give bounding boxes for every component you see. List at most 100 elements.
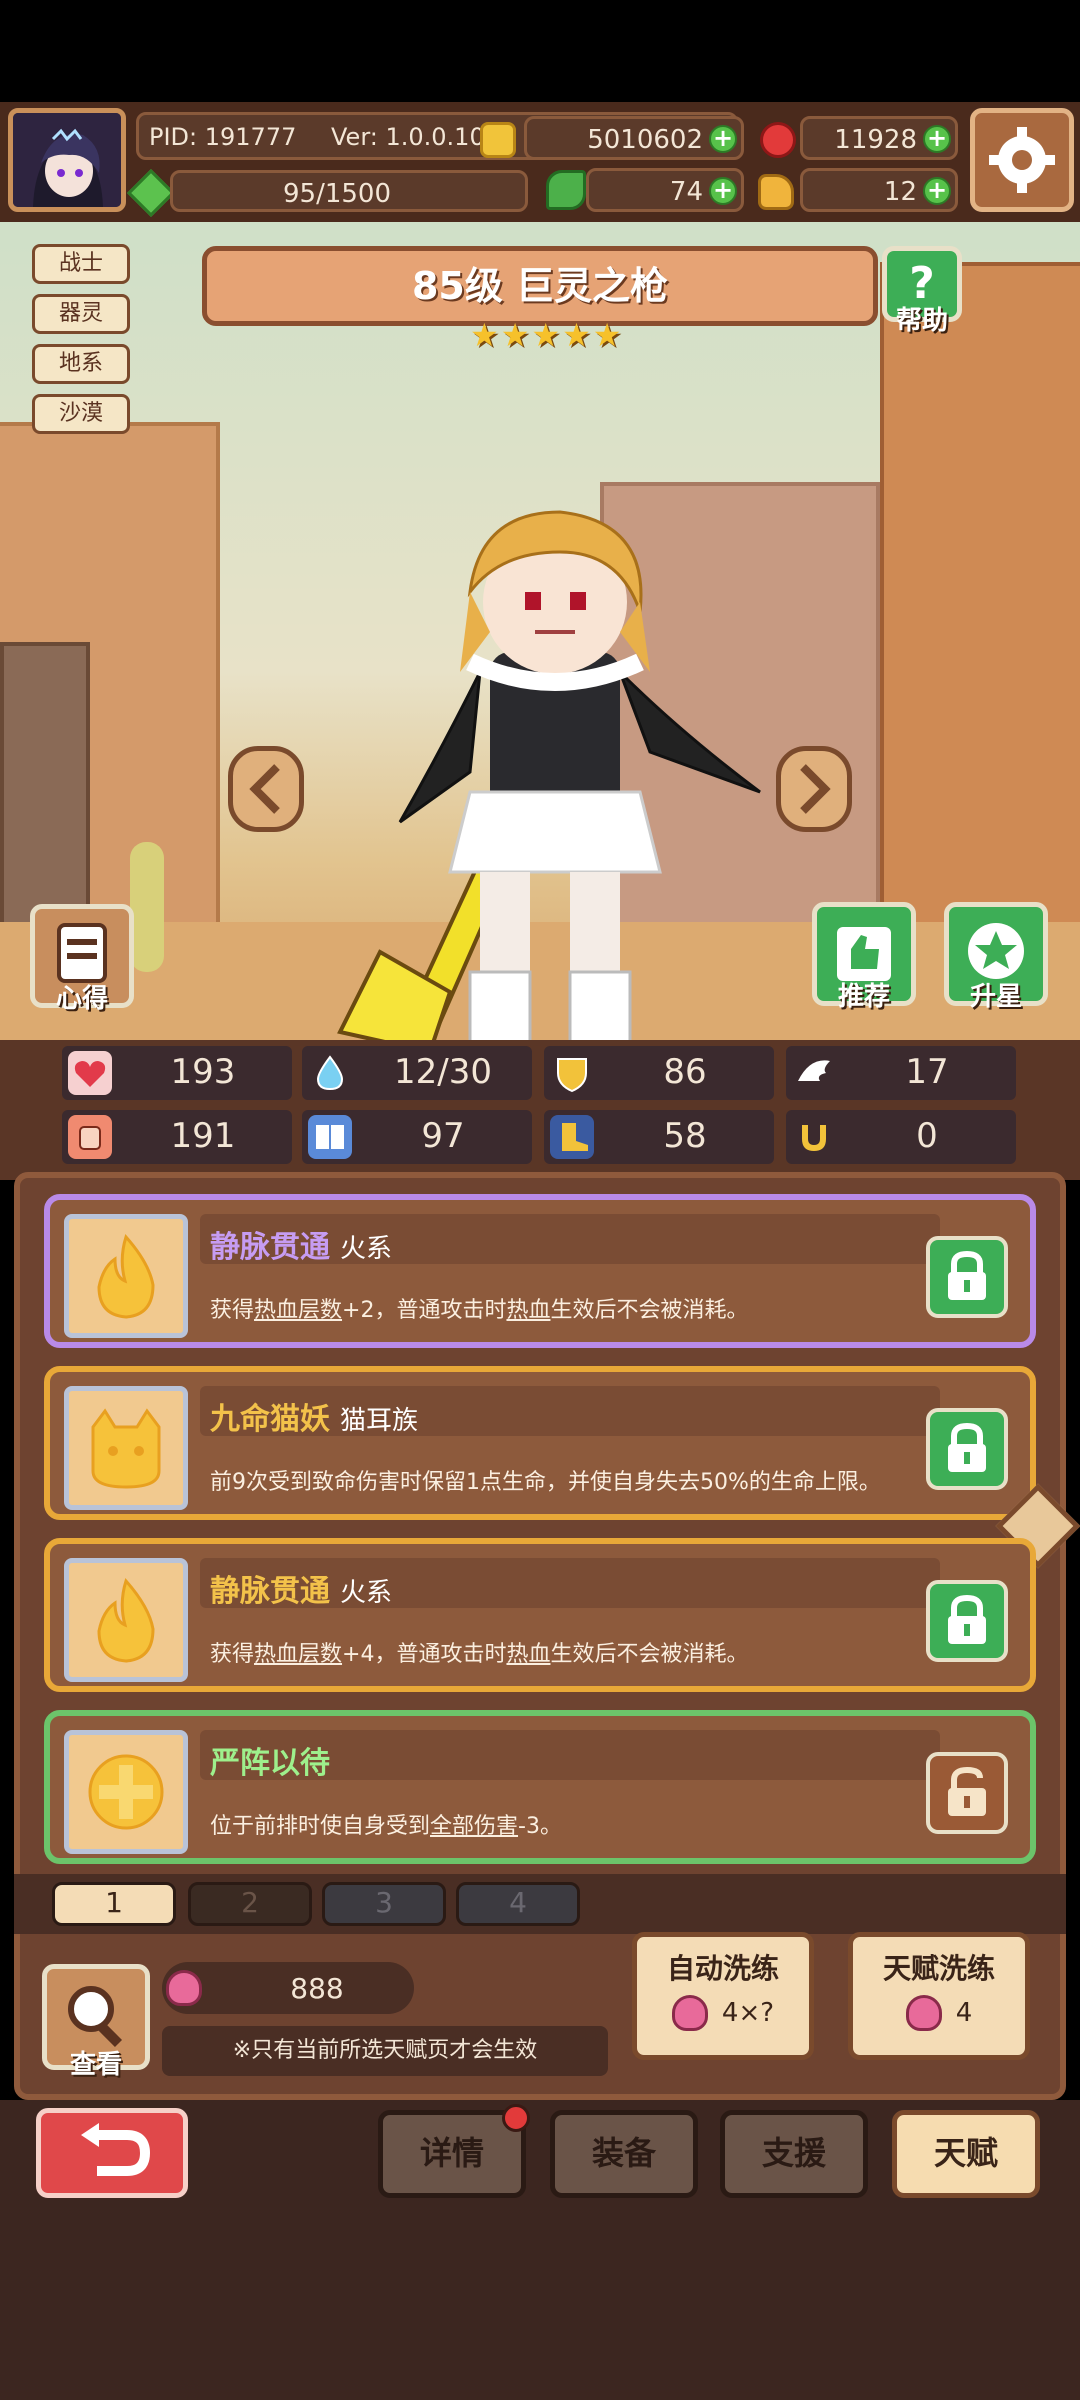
add-item-icon[interactable]: + <box>923 177 951 205</box>
keyword-link[interactable]: 全部伤害 <box>430 1814 518 1839</box>
desc-text: 位于前排时使自身受到 <box>210 1814 431 1839</box>
help-label: 帮助 <box>895 306 948 336</box>
talent-type: 火系 <box>340 1234 393 1264</box>
stat-attack: 191 <box>62 1110 292 1164</box>
gear-icon <box>989 127 1055 193</box>
notification-dot <box>502 2104 530 2132</box>
hero-title-banner: 85级 巨灵之枪 <box>202 246 878 326</box>
luck-value: 0 <box>916 1116 938 1156</box>
tag-race[interactable]: 器灵 <box>32 294 130 334</box>
cactus <box>130 842 164 972</box>
add-gem-icon[interactable]: + <box>923 125 951 153</box>
previous-hero-button[interactable] <box>228 746 304 832</box>
desc-text: 生效后不会被消耗。 <box>550 1642 749 1667</box>
book-icon <box>308 1115 352 1159</box>
desc-text: 前9次受到致命伤害时保留1点生命，并使自身失去50%的生命上限。 <box>210 1470 881 1495</box>
stamina-bar: 95/1500 <box>170 170 528 212</box>
defense-value: 86 <box>663 1052 707 1092</box>
talent-card[interactable]: 静脉贯通 火系 获得热血层数+2，普通攻击时热血生效后不会被消耗。 <box>44 1194 1036 1348</box>
stat-speed: 17 <box>786 1046 1016 1100</box>
nav-support[interactable]: 支援 <box>720 2110 868 2198</box>
magic-value: 97 <box>421 1116 465 1156</box>
unlock-button[interactable] <box>926 1752 1008 1834</box>
refine-stone-value: 888 <box>290 1972 344 2005</box>
stat-magic: 97 <box>302 1110 532 1164</box>
desc-text: +2，普通攻击时 <box>342 1298 507 1323</box>
auto-refine-label: 自动洗练 <box>666 1952 779 1985</box>
hero-star-rating: ★★★★★ <box>470 316 624 354</box>
stat-crit: 58 <box>544 1110 774 1164</box>
talent-name: 静脉贯通 火系 <box>210 1566 392 1610</box>
player-avatar[interactable] <box>8 108 126 212</box>
stat-defense: 86 <box>544 1046 774 1100</box>
talent-description: 获得热血层数+4，普通攻击时热血生效后不会被消耗。 <box>210 1636 749 1668</box>
plus-cross-icon <box>64 1730 188 1854</box>
talent-page-notice: ※只有当前所选天赋页才会生效 <box>162 2026 608 2076</box>
talent-page-tab[interactable]: 1 <box>52 1882 176 1926</box>
return-arrow-icon <box>81 2123 151 2176</box>
talent-card[interactable]: 严阵以待 位于前排时使自身受到全部伤害-3。 <box>44 1710 1036 1864</box>
talent-card[interactable]: 静脉贯通 火系 获得热血层数+4，普通攻击时热血生效后不会被消耗。 <box>44 1538 1036 1692</box>
speed-value: 17 <box>905 1052 949 1092</box>
lock-button[interactable] <box>926 1408 1008 1490</box>
game-version: Ver: 1.0.0.10 <box>331 123 485 151</box>
ruby-gem-icon <box>760 122 796 158</box>
refine-stone-counter: 888 <box>162 1962 414 2014</box>
crit-value: 58 <box>663 1116 707 1156</box>
mp-value: 12/30 <box>394 1052 492 1092</box>
peach-icon <box>671 1995 708 2031</box>
back-button[interactable] <box>36 2108 188 2198</box>
clover-counter: 74 + <box>586 168 744 212</box>
keyword-link[interactable]: 热血层数 <box>254 1642 342 1667</box>
next-hero-button[interactable] <box>776 746 852 832</box>
desc-text: 获得 <box>210 1298 255 1323</box>
talent-name-text: 静脉贯通 <box>210 1574 330 1609</box>
lock-icon <box>948 1250 986 1300</box>
lock-icon <box>948 1422 986 1472</box>
talent-card[interactable]: 九命猫妖 猫耳族 前9次受到致命伤害时保留1点生命，并使自身失去50%的生命上限。 <box>44 1366 1036 1520</box>
tag-class[interactable]: 战士 <box>32 244 130 284</box>
desc-text: -3。 <box>518 1814 562 1839</box>
auto-refine-button[interactable]: 自动洗练 4×? <box>632 1932 814 2060</box>
settings-button[interactable] <box>970 108 1074 212</box>
talent-description: 前9次受到致命伤害时保留1点生命，并使自身失去50%的生命上限。 <box>210 1464 881 1496</box>
fist-icon <box>68 1115 112 1159</box>
talent-refine-label: 天赋洗练 <box>882 1952 995 1985</box>
lock-icon <box>948 1594 986 1644</box>
nav-talent[interactable]: 天赋 <box>892 2110 1040 2198</box>
player-id: PID: 191777 <box>149 123 297 151</box>
clover-icon <box>546 170 586 210</box>
flame-icon <box>64 1214 188 1338</box>
keyword-link[interactable]: 热血 <box>506 1298 550 1323</box>
attack-value: 191 <box>170 1116 236 1156</box>
talent-page-tab[interactable]: 3 <box>322 1882 446 1926</box>
boot-icon <box>550 1115 594 1159</box>
desc-text: 获得 <box>210 1642 255 1667</box>
talent-name: 九命猫妖 猫耳族 <box>210 1394 418 1438</box>
auto-refine-cost: 4×? <box>721 1998 775 2028</box>
talent-page-tab[interactable]: 4 <box>456 1882 580 1926</box>
add-gold-icon[interactable]: + <box>709 125 737 153</box>
clover-value: 74 <box>669 177 703 207</box>
recommend-label: 推荐 <box>837 982 890 1012</box>
gem-counter: 11928 + <box>800 116 958 160</box>
talent-refine-button[interactable]: 天赋洗练 4 <box>848 1932 1030 2060</box>
keyword-link[interactable]: 热血 <box>506 1642 550 1667</box>
stamina-value: 95/1500 <box>283 179 392 209</box>
hp-value: 193 <box>170 1052 236 1092</box>
talent-page-tab[interactable]: 2 <box>188 1882 312 1926</box>
talent-description: 位于前排时使自身受到全部伤害-3。 <box>210 1808 562 1840</box>
talent-name: 严阵以待 <box>210 1738 340 1782</box>
nav-equipment[interactable]: 装备 <box>550 2110 698 2198</box>
hero-sprite <box>337 510 761 1040</box>
flame-icon <box>64 1558 188 1682</box>
tag-region[interactable]: 沙漠 <box>32 394 130 434</box>
lock-button[interactable] <box>926 1236 1008 1318</box>
add-clover-icon[interactable]: + <box>709 177 737 205</box>
desc-text: 生效后不会被消耗。 <box>550 1298 749 1323</box>
lock-button[interactable] <box>926 1580 1008 1662</box>
keyword-link[interactable]: 热血层数 <box>254 1298 342 1323</box>
arrow-left-icon <box>249 764 280 814</box>
insight-label: 心得 <box>55 984 108 1014</box>
tag-element[interactable]: 地系 <box>32 344 130 384</box>
